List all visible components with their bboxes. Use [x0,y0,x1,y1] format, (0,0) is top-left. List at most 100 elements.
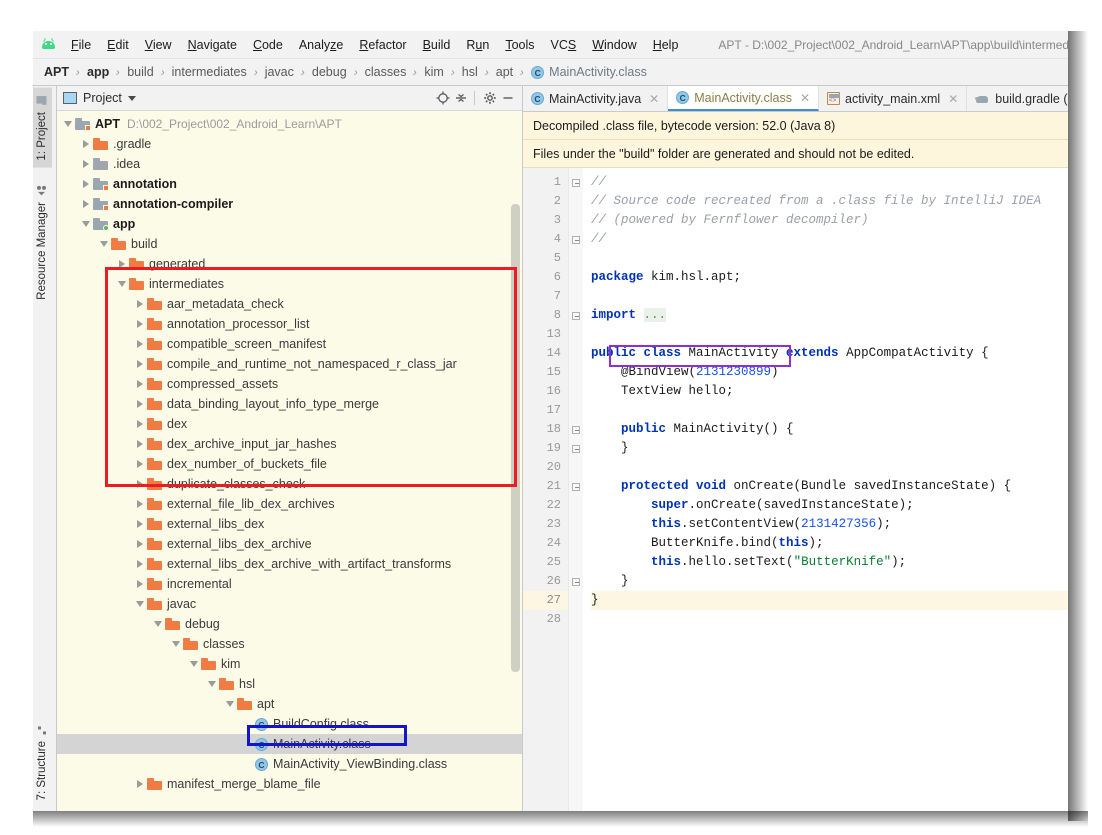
tree-node[interactable]: external_libs_dex_archive [57,534,522,554]
close-icon[interactable]: ✕ [948,92,958,106]
breadcrumb-item-mainactivity-class[interactable]: C MainActivity.class [529,65,649,79]
fold-toggle-icon[interactable] [569,477,583,496]
tree-node[interactable]: annotation-compiler [57,194,522,214]
tree-node[interactable]: hsl [57,674,522,694]
close-icon[interactable]: ✕ [800,91,810,105]
chevron-right-icon[interactable] [79,140,93,148]
chevron-right-icon[interactable] [133,480,147,488]
chevron-right-icon[interactable] [133,400,147,408]
chevron-down-icon[interactable] [187,661,201,667]
tree-node[interactable]: .gradle [57,134,522,154]
tree-node[interactable]: dex_number_of_buckets_file [57,454,522,474]
menu-item-build[interactable]: Build [415,35,459,55]
chevron-right-icon[interactable] [79,180,93,188]
tree-node[interactable]: annotation_processor_list [57,314,522,334]
breadcrumb-item-classes[interactable]: classes [363,65,409,79]
chevron-right-icon[interactable] [133,320,147,328]
tree-node[interactable]: external_libs_dex_archive_with_artifact_… [57,554,522,574]
tab-activity-main-xml[interactable]: activity_main.xml ✕ [819,86,968,111]
tree-node[interactable]: C MainActivity_ViewBinding.class [57,754,522,774]
breadcrumb-item-debug[interactable]: debug [310,65,349,79]
tree-node[interactable]: .idea [57,154,522,174]
tree-node[interactable]: compatible_screen_manifest [57,334,522,354]
tree-node[interactable]: APT D:\002_Project\002_Android_Learn\APT [57,114,522,134]
chevron-right-icon[interactable] [133,440,147,448]
project-tree[interactable]: APT D:\002_Project\002_Android_Learn\APT.… [57,111,522,811]
tree-node[interactable]: generated [57,254,522,274]
tree-node[interactable]: compile_and_runtime_not_namespaced_r_cla… [57,354,522,374]
breadcrumb[interactable]: APT › app › build › intermediates › javac › debug ›… [33,59,1068,86]
chevron-down-icon[interactable] [127,95,136,101]
menu-item-run[interactable]: Run [458,35,497,55]
close-icon[interactable]: ✕ [649,92,659,106]
chevron-right-icon[interactable] [133,540,147,548]
tree-node[interactable]: classes [57,634,522,654]
breadcrumb-item-apt[interactable]: APT [42,65,71,79]
chevron-down-icon[interactable] [115,281,129,287]
tree-node[interactable]: annotation [57,174,522,194]
tree-node[interactable]: kim [57,654,522,674]
chevron-right-icon[interactable] [133,300,147,308]
tree-node[interactable]: dex [57,414,522,434]
chevron-right-icon[interactable] [79,160,93,168]
tab-build-gradle[interactable]: build.gradle ( [967,86,1068,111]
chevron-down-icon[interactable] [79,221,93,227]
tree-node[interactable]: aar_metadata_check [57,294,522,314]
tree-node[interactable]: build [57,234,522,254]
gear-icon[interactable] [482,90,498,106]
tree-node[interactable]: compressed_assets [57,374,522,394]
collapse-all-icon[interactable] [453,90,469,106]
sidebar-item-project[interactable]: 1: Project [33,88,52,168]
tree-node-selected[interactable]: C MainActivity.class [57,734,522,754]
fold-toggle-icon[interactable] [569,572,583,591]
chevron-right-icon[interactable] [115,260,129,268]
tree-node[interactable]: external_libs_dex [57,514,522,534]
code-editor[interactable]: 1 2 3 4 5 6 7 8 13 14 15 16 17 18 19 20 21 22 23 24 25 26 27 28… [523,168,1068,811]
chevron-right-icon[interactable] [79,200,93,208]
chevron-right-icon[interactable] [133,560,147,568]
chevron-right-icon[interactable] [133,500,147,508]
tab-mainactivity-java[interactable]: C MainActivity.java ✕ [523,86,669,111]
breadcrumb-item-intermediates[interactable]: intermediates [170,65,249,79]
tab-mainactivity-class[interactable]: C MainActivity.class ✕ [668,86,820,111]
fold-toggle-icon[interactable] [569,420,583,439]
menu-item-file[interactable]: File [63,35,99,55]
project-tree-scrollbar[interactable] [511,204,520,672]
breadcrumb-item-javac[interactable]: javac [263,65,296,79]
chevron-right-icon[interactable] [133,420,147,428]
tree-node[interactable]: incremental [57,574,522,594]
tree-node[interactable]: intermediates [57,274,522,294]
sidebar-item-resource-manager[interactable]: Resource Manager [33,178,52,307]
tree-node[interactable]: data_binding_layout_info_type_merge [57,394,522,414]
menu-item-edit[interactable]: Edit [99,35,137,55]
tree-node[interactable]: external_file_lib_dex_archives [57,494,522,514]
chevron-down-icon[interactable] [133,601,147,607]
fold-toggle-icon[interactable] [569,230,583,249]
chevron-right-icon[interactable] [133,360,147,368]
tree-node[interactable]: apt [57,694,522,714]
chevron-down-icon[interactable] [97,241,111,247]
menu-item-vcs[interactable]: VCS [543,35,585,55]
locate-target-icon[interactable] [435,90,451,106]
fold-toggle-icon[interactable] [569,439,583,458]
menu-item-tools[interactable]: Tools [497,35,542,55]
tree-node[interactable]: debug [57,614,522,634]
sidebar-item-structure[interactable]: 7: Structure [33,717,52,807]
chevron-down-icon[interactable] [151,621,165,627]
menu-item-analyze[interactable]: Analyze [291,35,351,55]
breadcrumb-item-build[interactable]: build [125,65,155,79]
chevron-right-icon[interactable] [133,520,147,528]
code-folding-gutter[interactable] [569,168,583,811]
breadcrumb-item-apt[interactable]: apt [494,65,515,79]
editor-tab-bar[interactable]: CMainActivity.java✕CMainActivity.class✕a… [523,86,1068,112]
menu-item-refactor[interactable]: Refactor [351,35,414,55]
chevron-right-icon[interactable] [133,340,147,348]
breadcrumb-item-kim[interactable]: kim [422,65,445,79]
fold-toggle-icon[interactable] [569,306,583,325]
breadcrumb-item-hsl[interactable]: hsl [460,65,480,79]
minimize-icon[interactable] [500,90,516,106]
chevron-down-icon[interactable] [169,641,183,647]
menu-item-code[interactable]: Code [245,35,291,55]
chevron-down-icon[interactable] [205,681,219,687]
chevron-down-icon[interactable] [223,701,237,707]
